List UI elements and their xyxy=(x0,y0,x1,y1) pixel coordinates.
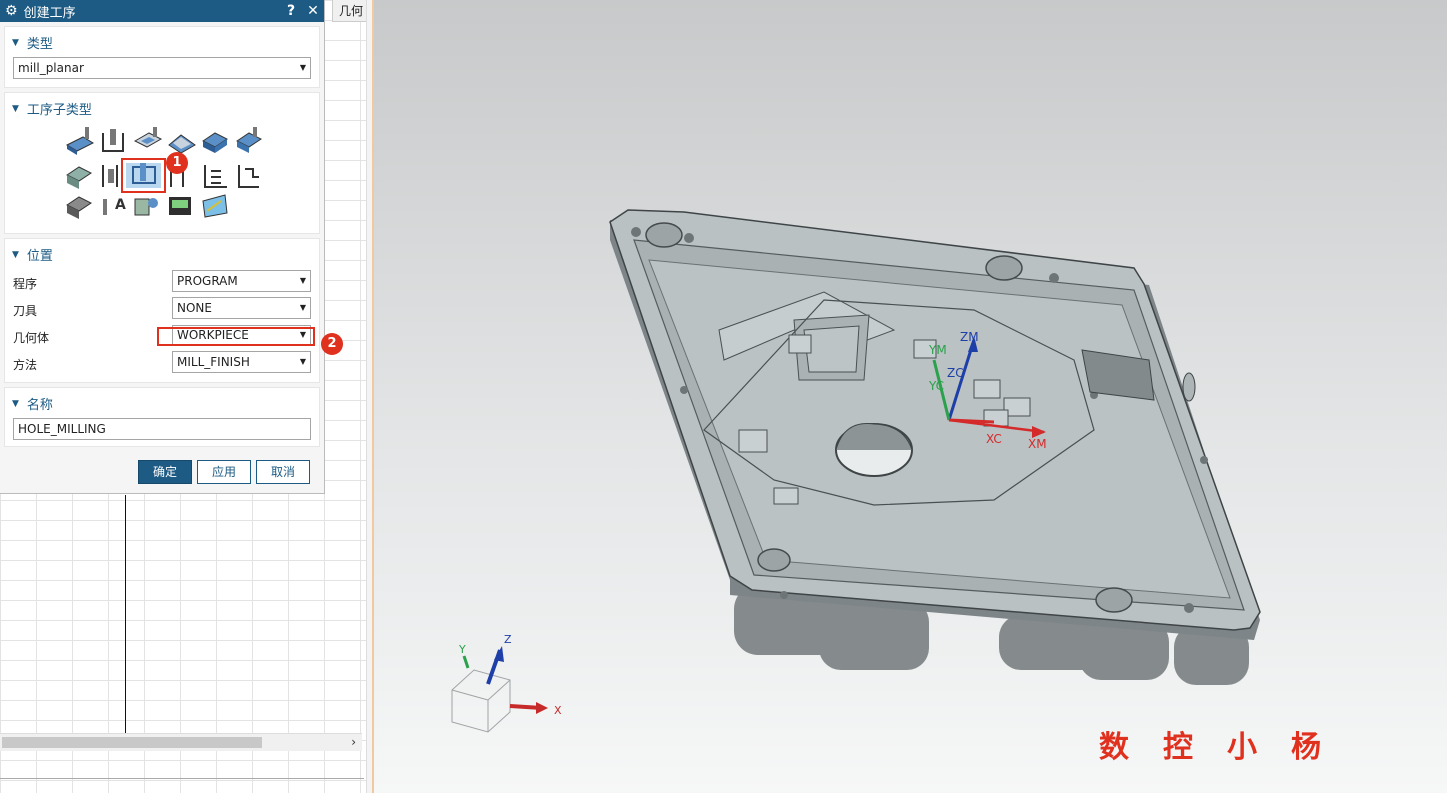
tool-value: NONE xyxy=(177,301,212,315)
tool-select[interactable]: NONE ▼ xyxy=(172,297,311,319)
subtype-icon-grid[interactable]: A xyxy=(5,93,321,235)
scroll-right-icon[interactable]: › xyxy=(351,734,356,751)
probe-icon xyxy=(169,197,191,215)
collapse-icon[interactable]: ▼ xyxy=(12,38,19,48)
chevron-down-icon: ▼ xyxy=(299,276,306,285)
watermark-char: 小 xyxy=(1227,730,1291,765)
collapse-icon[interactable]: ▼ xyxy=(12,250,19,260)
location-section: ▼ 位置 程序 PROGRAM ▼ 刀具 NONE ▼ 几何体 WORKPIECE ▼ … xyxy=(4,238,320,383)
geometry-highlight xyxy=(157,327,315,346)
watermark-char: 数 xyxy=(1099,730,1163,765)
tool-label: 刀具 xyxy=(13,304,38,318)
name-section-header[interactable]: ▼ 名称 xyxy=(12,394,53,413)
program-label: 程序 xyxy=(13,277,38,291)
name-section: ▼ 名称 HOLE_MILLING xyxy=(4,387,320,447)
scrollbar-thumb[interactable] xyxy=(2,737,262,748)
profile-icon xyxy=(168,134,196,154)
planar-profile-icon xyxy=(238,165,259,188)
watermark-char: 杨 xyxy=(1291,730,1355,765)
program-value: PROGRAM xyxy=(177,274,238,288)
part-pin xyxy=(1182,372,1196,402)
navigator-divider xyxy=(125,495,126,733)
method-select[interactable]: MILL_FINISH ▼ xyxy=(172,351,311,373)
program-select[interactable]: PROGRAM ▼ xyxy=(172,270,311,292)
chevron-down-icon: ▼ xyxy=(299,63,306,72)
help-button[interactable]: ? xyxy=(280,3,302,19)
dialog-title-bar[interactable]: ⚙ 创建工序 ? ✕ xyxy=(0,0,324,22)
gear-icon: ⚙ xyxy=(5,3,18,19)
apply-button[interactable]: 应用 xyxy=(197,460,251,484)
type-heading: 类型 xyxy=(26,37,53,52)
close-button[interactable]: ✕ xyxy=(302,3,324,19)
pocket-icon xyxy=(133,127,163,148)
text-mill-icon: A xyxy=(103,197,126,215)
view-triad-axes xyxy=(462,646,548,714)
name-heading: 名称 xyxy=(26,398,53,413)
wcs-label-zc: ZC xyxy=(947,366,964,380)
geometry-label: 几何体 xyxy=(13,331,50,345)
groove-mill-icon xyxy=(66,166,92,189)
view-triad-cube xyxy=(451,669,511,733)
chevron-down-icon: ▼ xyxy=(299,357,306,366)
method-value: MILL_FINISH xyxy=(177,355,250,369)
navigator-column-header[interactable]: 几何 xyxy=(332,0,366,22)
navigator-bottom-border xyxy=(0,778,364,779)
wcs-label-yc: YC xyxy=(928,379,944,393)
step-badge-1: 1 xyxy=(166,152,188,174)
planar-mill-icon xyxy=(202,132,228,153)
chevron-down-icon: ▼ xyxy=(299,303,306,312)
watermark: 数控小杨 xyxy=(1099,722,1355,766)
floor-wall-is-icon xyxy=(236,127,262,153)
wcs-label-xc: XC xyxy=(986,432,1002,446)
triad-label-z: Z xyxy=(504,633,512,646)
subtype-section: ▼ 工序子类型 A xyxy=(4,92,320,234)
ok-button[interactable]: 确定 xyxy=(138,460,192,484)
name-input[interactable]: HOLE_MILLING xyxy=(13,418,311,440)
type-section: ▼ 类型 mill_planar ▼ xyxy=(4,26,320,88)
type-select[interactable]: mill_planar ▼ xyxy=(13,57,311,79)
location-heading: 位置 xyxy=(26,249,53,264)
cancel-button[interactable]: 取消 xyxy=(256,460,310,484)
hole-mill-icon xyxy=(102,165,118,187)
solid-profile-icon xyxy=(204,165,227,188)
thread-mill-icon xyxy=(126,163,161,188)
collapse-icon[interactable]: ▼ xyxy=(12,399,19,409)
pattern-icon xyxy=(202,194,228,218)
type-value: mill_planar xyxy=(18,61,84,75)
watermark-char: 控 xyxy=(1163,730,1227,765)
part-model: ZM YM ZC YC XC XM Z Y X xyxy=(451,209,1261,733)
method-label: 方法 xyxy=(13,358,38,372)
floor-wall-icon xyxy=(102,129,124,152)
svg-text:A: A xyxy=(115,197,126,213)
wcs-label-ym: YM xyxy=(928,343,947,357)
triad-label-x: X xyxy=(554,704,562,717)
navigator-scrollbar[interactable]: › xyxy=(0,733,362,751)
name-value: HOLE_MILLING xyxy=(18,422,106,436)
location-section-header[interactable]: ▼ 位置 xyxy=(12,245,53,264)
wcs-label-zm: ZM xyxy=(960,330,979,344)
type-section-header[interactable]: ▼ 类型 xyxy=(12,33,53,52)
create-operation-dialog: ⚙ 创建工序 ? ✕ ▼ 类型 mill_planar ▼ ▼ 工序子类型 A … xyxy=(0,0,343,494)
graphics-viewport[interactable]: ZM YM ZC YC XC XM Z Y X 数控小杨 xyxy=(374,0,1447,793)
face-mill-icon xyxy=(65,127,95,155)
triad-label-y: Y xyxy=(458,643,466,656)
step-badge-2: 2 xyxy=(321,333,343,355)
user-defined-icon xyxy=(134,198,158,216)
wcs-label-xm: XM xyxy=(1028,437,1047,451)
cleanup-corners-icon xyxy=(66,196,92,219)
dialog-title: 创建工序 xyxy=(23,5,76,21)
